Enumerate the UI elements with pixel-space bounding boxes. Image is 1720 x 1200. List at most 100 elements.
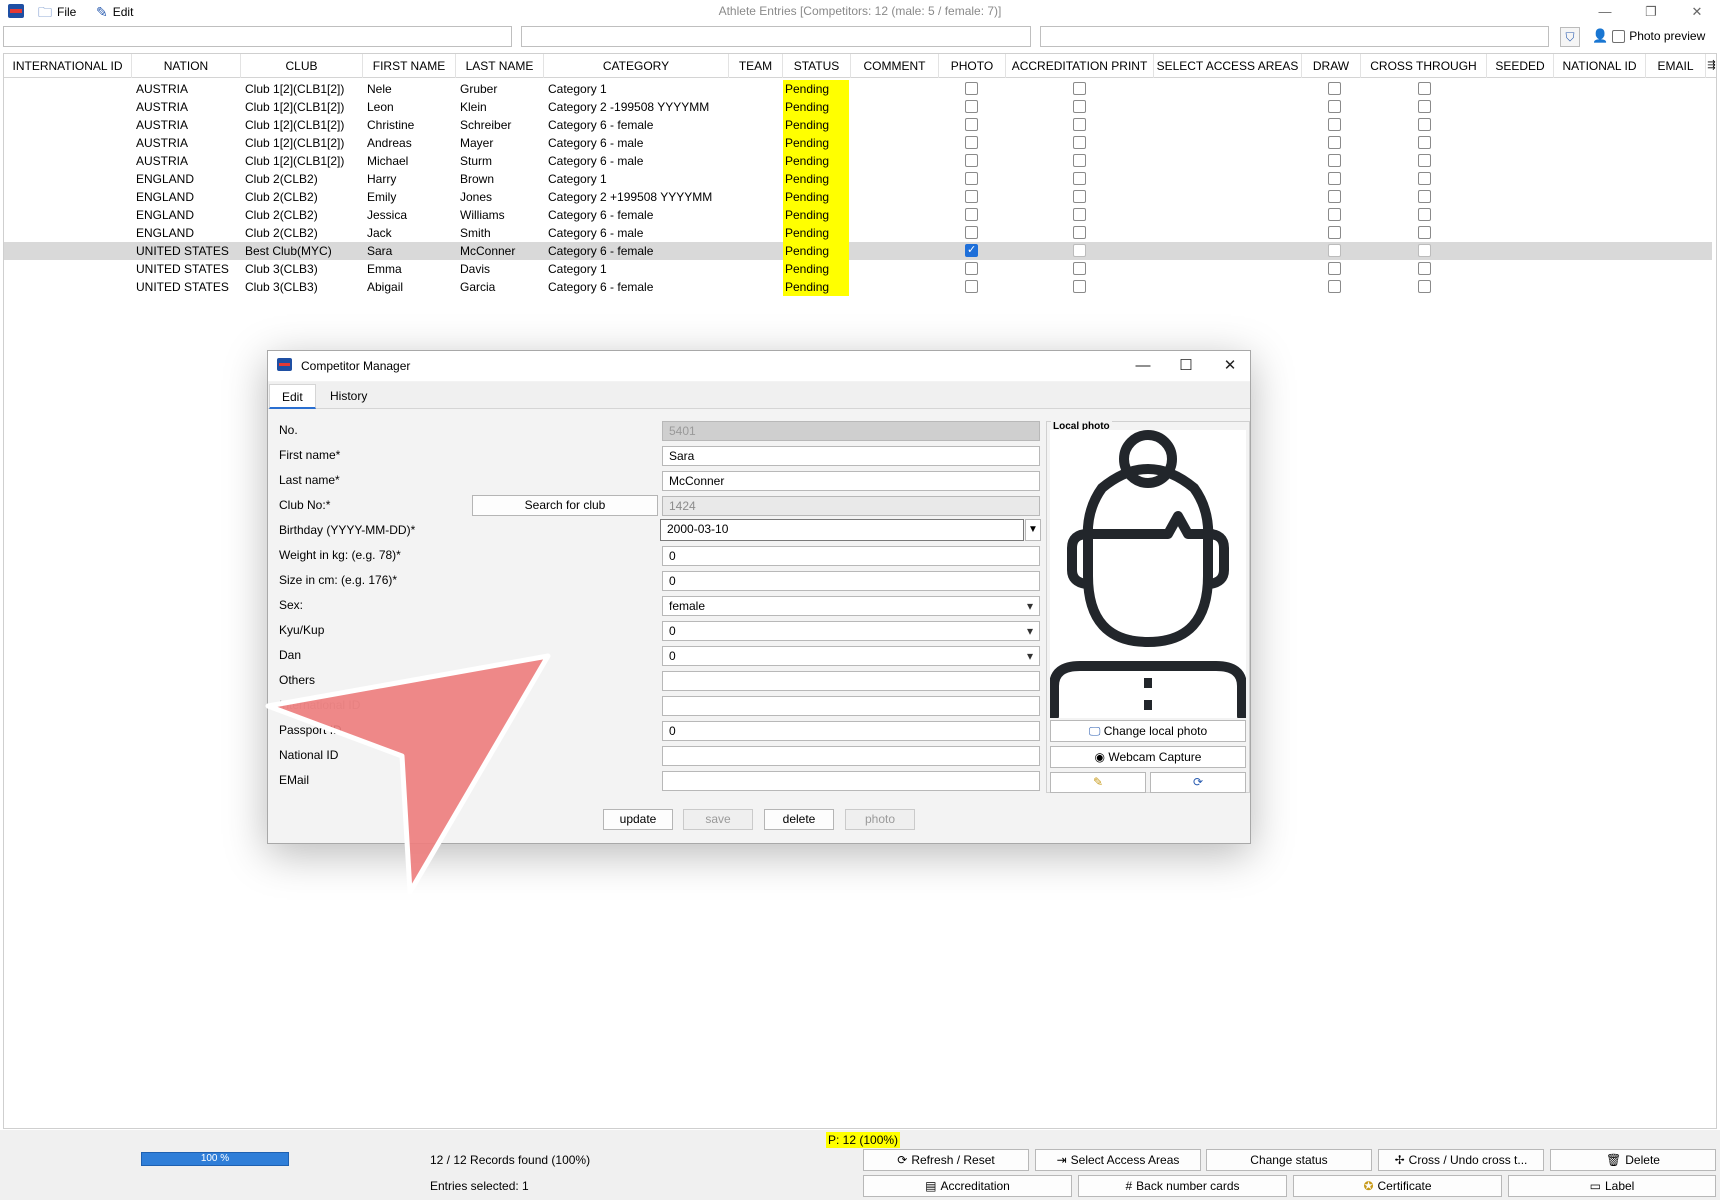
column-header[interactable]: NATION bbox=[132, 54, 241, 78]
calendar-dropdown-icon[interactable]: ▼ bbox=[1025, 519, 1041, 541]
dialog-maximize-button[interactable]: ☐ bbox=[1166, 354, 1206, 378]
table-row[interactable]: AUSTRIA Club 1[2](CLB1[2]) Leon Klein Catego… bbox=[4, 98, 1712, 116]
draw-checkbox[interactable] bbox=[1328, 190, 1341, 203]
cross-through-checkbox[interactable] bbox=[1418, 118, 1431, 131]
photo-checkbox[interactable] bbox=[965, 262, 978, 275]
delete-entries-button[interactable]: 🗑 Delete bbox=[1550, 1149, 1716, 1171]
column-header[interactable]: ACCREDITATION PRINT bbox=[1006, 54, 1154, 78]
draw-checkbox[interactable] bbox=[1328, 226, 1341, 239]
cross-through-checkbox[interactable] bbox=[1418, 226, 1431, 239]
accreditation-print-checkbox[interactable] bbox=[1073, 208, 1086, 221]
photo-checkbox[interactable] bbox=[965, 118, 978, 131]
draw-checkbox[interactable] bbox=[1328, 118, 1341, 131]
delete-button[interactable]: delete bbox=[764, 809, 834, 830]
cross-through-checkbox[interactable] bbox=[1418, 172, 1431, 185]
table-row[interactable]: AUSTRIA Club 1[2](CLB1[2]) Andreas Mayer Cat… bbox=[4, 134, 1712, 152]
column-header[interactable]: EMAIL bbox=[1646, 54, 1706, 78]
accreditation-print-checkbox[interactable] bbox=[1073, 82, 1086, 95]
update-button[interactable]: update bbox=[603, 809, 673, 830]
table-row[interactable]: ENGLAND Club 2(CLB2) Jack Smith Category 6 -… bbox=[4, 224, 1712, 242]
photo-checkbox[interactable] bbox=[965, 100, 978, 113]
cross-through-checkbox[interactable] bbox=[1418, 208, 1431, 221]
table-row[interactable]: UNITED STATES Club 3(CLB3) Emma Davis Catego… bbox=[4, 260, 1712, 278]
cross-through-checkbox[interactable] bbox=[1418, 262, 1431, 275]
column-header[interactable]: CLUB bbox=[241, 54, 363, 78]
accreditation-print-checkbox[interactable] bbox=[1073, 118, 1086, 131]
column-header[interactable]: FIRST NAME bbox=[363, 54, 456, 78]
filter-input-1[interactable] bbox=[3, 26, 512, 47]
draw-checkbox[interactable] bbox=[1328, 280, 1341, 293]
accreditation-print-checkbox[interactable] bbox=[1073, 226, 1086, 239]
photo-checkbox[interactable] bbox=[965, 154, 978, 167]
edit-photo-button[interactable]: ✎ bbox=[1050, 772, 1146, 793]
birthday-field[interactable]: 2000-03-10 bbox=[660, 519, 1024, 541]
sex-select[interactable]: female bbox=[662, 596, 1040, 616]
column-header[interactable]: STATUS bbox=[783, 54, 851, 78]
filter-input-2[interactable] bbox=[521, 26, 1031, 47]
select-access-areas-button[interactable]: ⇥ Select Access Areas bbox=[1035, 1149, 1201, 1171]
rotate-photo-button[interactable]: ⟳ bbox=[1150, 772, 1246, 793]
photo-checkbox[interactable] bbox=[965, 82, 978, 95]
column-header[interactable]: NATIONAL ID bbox=[1554, 54, 1646, 78]
column-header[interactable]: COMMENT bbox=[851, 54, 939, 78]
table-row[interactable]: AUSTRIA Club 1[2](CLB1[2]) Michael Sturm Cat… bbox=[4, 152, 1712, 170]
cross-through-checkbox[interactable] bbox=[1418, 244, 1431, 257]
table-row[interactable]: ENGLAND Club 2(CLB2) Harry Brown Category 1 P… bbox=[4, 170, 1712, 188]
weight-field[interactable]: 0 bbox=[662, 546, 1040, 566]
certificate-button[interactable]: ✪ Certificate bbox=[1293, 1175, 1502, 1197]
dialog-minimize-button[interactable]: — bbox=[1123, 354, 1163, 378]
table-row[interactable]: AUSTRIA Club 1[2](CLB1[2]) Nele Gruber Categ… bbox=[4, 80, 1712, 98]
table-row[interactable]: UNITED STATES Best Club(MYC) Sara McConner C… bbox=[4, 242, 1712, 260]
accreditation-print-checkbox[interactable] bbox=[1073, 262, 1086, 275]
cross-through-checkbox[interactable] bbox=[1418, 190, 1431, 203]
table-row[interactable]: ENGLAND Club 2(CLB2) Jessica Williams Catego… bbox=[4, 206, 1712, 224]
minimize-button[interactable]: — bbox=[1582, 0, 1628, 24]
table-row[interactable]: UNITED STATES Club 3(CLB3) Abigail Garcia Ca… bbox=[4, 278, 1712, 296]
table-row[interactable]: AUSTRIA Club 1[2](CLB1[2]) Christine Schrei… bbox=[4, 116, 1712, 134]
last-name-field[interactable]: McConner bbox=[662, 471, 1040, 491]
cross-through-checkbox[interactable] bbox=[1418, 154, 1431, 167]
cross-through-checkbox[interactable] bbox=[1418, 82, 1431, 95]
restore-button[interactable]: ❐ bbox=[1628, 0, 1674, 24]
column-header[interactable]: PHOTO bbox=[939, 54, 1006, 78]
photo-checkbox[interactable] bbox=[965, 280, 978, 293]
email-field[interactable] bbox=[662, 771, 1040, 791]
column-header[interactable]: DRAW bbox=[1302, 54, 1361, 78]
photo-checkbox[interactable] bbox=[965, 243, 978, 257]
size-field[interactable]: 0 bbox=[662, 571, 1040, 591]
table-row[interactable]: ENGLAND Club 2(CLB2) Emily Jones Category 2 … bbox=[4, 188, 1712, 206]
tab-edit[interactable]: Edit bbox=[269, 384, 316, 409]
accreditation-print-checkbox[interactable] bbox=[1073, 136, 1086, 149]
column-header[interactable]: SELECT ACCESS AREAS bbox=[1154, 54, 1302, 78]
tab-history[interactable]: History bbox=[318, 384, 379, 409]
change-local-photo-button[interactable]: 🖵 Change local photo bbox=[1050, 720, 1246, 742]
column-header[interactable]: TEAM bbox=[729, 54, 783, 78]
refresh-reset-button[interactable]: ⟳ Refresh / Reset bbox=[863, 1149, 1029, 1171]
column-header[interactable]: SEEDED bbox=[1487, 54, 1554, 78]
draw-checkbox[interactable] bbox=[1328, 136, 1341, 149]
change-status-button[interactable]: Change status bbox=[1206, 1149, 1372, 1171]
photo-preview-checkbox[interactable] bbox=[1612, 29, 1626, 43]
accreditation-print-checkbox[interactable] bbox=[1073, 190, 1086, 203]
accreditation-button[interactable]: ▤ Accreditation bbox=[863, 1175, 1072, 1197]
international-id-field[interactable] bbox=[662, 696, 1040, 716]
draw-checkbox[interactable] bbox=[1328, 82, 1341, 95]
draw-checkbox[interactable] bbox=[1328, 208, 1341, 221]
photo-checkbox[interactable] bbox=[965, 172, 978, 185]
photo-preview-toggle[interactable]: 👤 Photo preview bbox=[1592, 28, 1705, 44]
photo-button[interactable]: photo bbox=[845, 809, 915, 830]
filter-input-3[interactable] bbox=[1040, 26, 1549, 47]
column-header[interactable]: CATEGORY bbox=[544, 54, 729, 78]
cross-through-checkbox[interactable] bbox=[1418, 280, 1431, 293]
kyu-select[interactable]: 0 bbox=[662, 621, 1040, 641]
cross-undo-button[interactable]: ✢ Cross / Undo cross t... bbox=[1378, 1149, 1544, 1171]
accreditation-print-checkbox[interactable] bbox=[1073, 280, 1086, 293]
accreditation-print-checkbox[interactable] bbox=[1073, 172, 1086, 185]
others-field[interactable] bbox=[662, 671, 1040, 691]
webcam-capture-button[interactable]: ◉ Webcam Capture bbox=[1050, 746, 1246, 768]
draw-checkbox[interactable] bbox=[1328, 262, 1341, 275]
photo-checkbox[interactable] bbox=[965, 226, 978, 239]
label-button[interactable]: ▭ Label bbox=[1508, 1175, 1716, 1197]
passport-id-field[interactable]: 0 bbox=[662, 721, 1040, 741]
column-header[interactable]: LAST NAME bbox=[456, 54, 544, 78]
